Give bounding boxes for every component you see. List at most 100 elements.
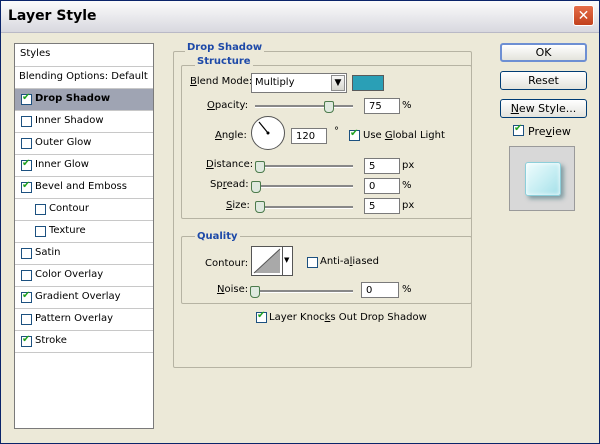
style-item-checkbox[interactable]	[21, 248, 32, 259]
style-item-checkbox[interactable]	[21, 138, 32, 149]
opacity-label: Opacity:	[207, 100, 249, 111]
close-button[interactable]: ✕	[573, 5, 594, 26]
chevron-down-icon[interactable]: ▼	[331, 75, 345, 91]
shadow-color-swatch[interactable]	[352, 75, 384, 91]
angle-needle-icon	[258, 121, 270, 135]
style-item-inner-shadow[interactable]: Inner Shadow	[15, 111, 153, 133]
style-item-pattern-overlay[interactable]: Pattern Overlay	[15, 309, 153, 331]
size-slider-thumb[interactable]	[255, 201, 265, 213]
noise-label: Noise:	[217, 284, 249, 295]
angle-label: Angle:	[215, 130, 247, 141]
style-item-label: Outer Glow	[35, 137, 92, 148]
style-item-outer-glow[interactable]: Outer Glow	[15, 133, 153, 155]
preview-thumbnail	[509, 146, 575, 211]
style-item-gradient-overlay[interactable]: Gradient Overlay	[15, 287, 153, 309]
style-item-satin[interactable]: Satin	[15, 243, 153, 265]
preview-label: Preview	[528, 125, 571, 138]
style-item-label: Stroke	[35, 335, 67, 346]
quality-title: Quality	[195, 231, 240, 242]
opacity-slider-thumb[interactable]	[324, 101, 334, 113]
angle-dial[interactable]	[251, 116, 285, 150]
angle-unit: °	[334, 126, 339, 137]
style-item-label: Bevel and Emboss	[35, 181, 127, 192]
anti-aliased-label: Anti-aliased	[320, 256, 380, 267]
spread-slider[interactable]	[255, 185, 353, 188]
style-item-label: Inner Shadow	[35, 115, 104, 126]
opacity-input[interactable]: 75	[364, 98, 400, 114]
style-item-label: Color Overlay	[35, 269, 104, 280]
noise-slider[interactable]	[255, 290, 353, 293]
style-item-label: Gradient Overlay	[35, 291, 121, 302]
blend-mode-value: Multiply	[255, 77, 295, 88]
styles-list: Styles Blending Options: Default Drop Sh…	[14, 43, 154, 429]
title-bar[interactable]: Layer Style ✕	[1, 1, 599, 33]
style-item-label: Pattern Overlay	[35, 313, 114, 324]
layer-style-dialog: Layer Style ✕ Styles Blending Options: D…	[0, 0, 600, 444]
style-item-color-overlay[interactable]: Color Overlay	[15, 265, 153, 287]
noise-unit: %	[402, 284, 412, 295]
angle-input[interactable]: 120	[291, 128, 327, 144]
opacity-unit: %	[402, 100, 412, 111]
spread-label: Spread:	[210, 179, 249, 190]
style-item-label: Texture	[49, 225, 86, 236]
reset-button[interactable]: Reset	[500, 71, 587, 90]
distance-slider[interactable]	[255, 165, 353, 168]
blending-options-label: Blending Options: Default	[19, 71, 148, 82]
distance-label: Distance:	[206, 159, 254, 170]
use-global-light-checkbox[interactable]	[349, 128, 360, 141]
new-style-button[interactable]: New Style...	[500, 99, 587, 118]
style-item-checkbox[interactable]	[21, 314, 32, 325]
chevron-down-icon: ▼	[284, 256, 290, 264]
size-input[interactable]: 5	[364, 198, 400, 214]
style-item-label: Satin	[35, 247, 61, 258]
spread-input[interactable]: 0	[364, 178, 400, 194]
contour-picker[interactable]	[251, 246, 283, 276]
styles-header-label: Styles	[20, 48, 51, 59]
style-item-checkbox[interactable]	[35, 226, 46, 237]
style-item-label: Inner Glow	[35, 159, 89, 170]
style-item-bevel-and-emboss[interactable]: Bevel and Emboss	[15, 177, 153, 199]
window-title: Layer Style	[8, 8, 97, 24]
style-item-inner-glow[interactable]: Inner Glow	[15, 155, 153, 177]
blending-options-item[interactable]: Blending Options: Default	[15, 67, 153, 89]
size-slider[interactable]	[255, 206, 353, 209]
style-item-label: Contour	[49, 203, 89, 214]
style-item-contour[interactable]: Contour	[15, 199, 153, 221]
blend-mode-label: Blend Mode:	[190, 76, 253, 87]
layer-knocks-out-checkbox[interactable]	[256, 310, 267, 323]
structure-title: Structure	[195, 56, 253, 67]
style-item-checkbox[interactable]	[21, 116, 32, 127]
style-item-checkbox[interactable]	[35, 204, 46, 215]
style-item-stroke[interactable]: Stroke	[15, 331, 153, 353]
blend-mode-select[interactable]: Multiply ▼	[251, 73, 347, 93]
distance-unit: px	[402, 160, 415, 171]
style-item-checkbox[interactable]	[21, 270, 32, 281]
style-item-checkbox[interactable]	[21, 158, 32, 171]
style-item-drop-shadow[interactable]: Drop Shadow	[15, 89, 153, 111]
style-item-checkbox[interactable]	[21, 180, 32, 193]
distance-slider-thumb[interactable]	[255, 161, 265, 173]
spread-unit: %	[402, 180, 412, 191]
anti-aliased-checkbox[interactable]	[307, 257, 318, 268]
style-item-checkbox[interactable]	[21, 290, 32, 303]
contour-label: Contour:	[205, 258, 249, 269]
preview-checkbox[interactable]	[513, 123, 524, 136]
style-item-label: Drop Shadow	[35, 93, 111, 104]
spread-slider-thumb[interactable]	[251, 181, 261, 193]
style-item-texture[interactable]: Texture	[15, 221, 153, 243]
noise-slider-thumb[interactable]	[250, 286, 260, 298]
style-item-checkbox[interactable]	[21, 92, 32, 105]
size-label: Size:	[226, 200, 250, 211]
contour-curve-icon	[253, 248, 281, 274]
drop-shadow-title: Drop Shadow	[185, 42, 265, 53]
opacity-slider[interactable]	[255, 105, 353, 108]
style-item-checkbox[interactable]	[21, 334, 32, 347]
ok-button[interactable]: OK	[500, 43, 587, 62]
size-unit: px	[402, 200, 415, 211]
styles-header[interactable]: Styles	[15, 44, 153, 67]
close-icon: ✕	[577, 8, 590, 24]
noise-input[interactable]: 0	[361, 282, 399, 298]
use-global-light-label: Use Global Light	[363, 130, 445, 141]
contour-dropdown-button[interactable]: ▼	[283, 246, 293, 276]
distance-input[interactable]: 5	[364, 158, 400, 174]
